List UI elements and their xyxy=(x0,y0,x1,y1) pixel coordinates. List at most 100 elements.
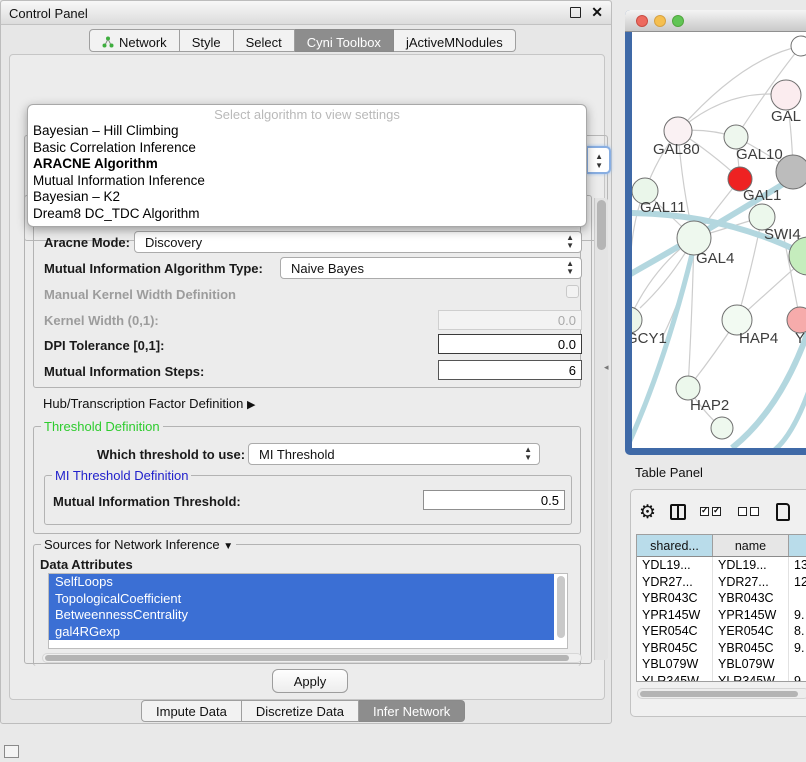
settings-scrollbar[interactable] xyxy=(594,198,608,660)
mi-type-combo[interactable]: Naive Bayes ▲▼ xyxy=(280,257,582,279)
close-traffic-light[interactable] xyxy=(636,15,648,27)
tab-style[interactable]: Style xyxy=(180,29,234,52)
aracne-mode-combo[interactable]: Discovery ▲▼ xyxy=(134,231,582,253)
sources-group: Sources for Network Inference ▼ Data Att… xyxy=(33,544,581,666)
list-scrollbar[interactable] xyxy=(557,576,565,638)
mi-steps-label: Mutual Information Steps: xyxy=(44,364,204,379)
float-window-icon[interactable] xyxy=(570,7,581,18)
hub-definition-toggle[interactable]: Hub/Transcription Factor Definition ▶ xyxy=(43,396,255,411)
sources-title: Sources for Network Inference ▼ xyxy=(41,537,236,552)
column-header-name[interactable]: name xyxy=(713,535,789,556)
gear-icon[interactable]: ⚙ xyxy=(639,503,656,522)
algorithm-option[interactable]: Bayesian – Hill Climbing xyxy=(28,123,586,140)
close-icon[interactable]: ✕ xyxy=(591,4,603,21)
attribute-item[interactable]: TopologicalCoefficient xyxy=(49,591,554,608)
tab-label: Style xyxy=(192,35,221,50)
network-node-label: GAL80 xyxy=(653,141,700,158)
network-node-label: HAP4 xyxy=(739,330,778,347)
table-row[interactable]: YBR043CYBR043C xyxy=(637,590,806,607)
which-threshold-combo[interactable]: MI Threshold ▲▼ xyxy=(248,443,540,465)
tab-network[interactable]: Network xyxy=(89,29,180,52)
data-attributes-list[interactable]: SelfLoopsTopologicalCoefficientBetweenne… xyxy=(48,573,568,649)
network-node-label: HAP2 xyxy=(690,397,729,414)
table-row[interactable]: YPR145WYPR145W9. xyxy=(637,607,806,624)
apply-button[interactable]: Apply xyxy=(272,669,348,693)
attribute-item[interactable]: BetweennessCentrality xyxy=(49,607,554,624)
tab-label: Discretize Data xyxy=(256,704,344,719)
table-hscrollbar[interactable] xyxy=(637,688,806,699)
tab-impute-data[interactable]: Impute Data xyxy=(141,700,242,722)
which-threshold-label: Which threshold to use: xyxy=(97,447,245,462)
network-node[interactable] xyxy=(776,155,806,189)
network-canvas[interactable]: GALGAL80GAL10GAL1GAL11SWI4GAL4GCY1HAP4YH… xyxy=(632,32,806,448)
algorithm-option[interactable]: ARACNE Algorithm xyxy=(28,156,586,173)
zoom-traffic-light[interactable] xyxy=(672,15,684,27)
kernel-width-field[interactable]: 0.0 xyxy=(438,310,582,330)
node-table[interactable]: shared... name YDL19...YDL19...13YDR27..… xyxy=(636,534,806,682)
table-cell: 13 xyxy=(789,557,806,574)
manual-kernel-checkbox[interactable] xyxy=(566,285,579,298)
column-header-shared-name[interactable]: shared... xyxy=(637,535,713,556)
mi-threshold-field[interactable]: 0.5 xyxy=(423,490,565,510)
threshold-definition-group: Threshold Definition Which threshold to … xyxy=(33,426,581,534)
table-cell: 9. xyxy=(789,673,806,683)
network-node[interactable] xyxy=(771,80,801,110)
aracne-mode-label: Aracne Mode: xyxy=(44,235,130,250)
tab-label: Select xyxy=(246,35,282,50)
algorithm-option[interactable]: Bayesian – K2 xyxy=(28,189,586,206)
mi-type-value: Naive Bayes xyxy=(291,261,364,276)
attribute-item[interactable]: gal4RGexp xyxy=(49,624,554,641)
dpi-tolerance-label: DPI Tolerance [0,1]: xyxy=(44,338,164,353)
mi-type-label: Mutual Information Algorithm Type: xyxy=(44,261,263,276)
table-row[interactable]: YDR27...YDR27...12 xyxy=(637,574,806,591)
algorithm-option[interactable]: Mutual Information Inference xyxy=(28,173,586,190)
deselect-all-checks-icon[interactable] xyxy=(738,503,762,521)
minimize-traffic-light[interactable] xyxy=(654,15,666,27)
mi-threshold-label: Mutual Information Threshold: xyxy=(53,494,241,509)
algorithm-combo-fragment[interactable]: ▲▼ xyxy=(586,146,611,174)
table-rows: YDL19...YDL19...13YDR27...YDR27...12YBR0… xyxy=(637,557,806,682)
table-panel: ⚙ shared... name YDL19...YDL19...13YDR27… xyxy=(630,489,806,717)
tab-jactivemnodules[interactable]: jActiveMNodules xyxy=(394,29,516,52)
network-window-titlebar xyxy=(625,10,806,32)
algorithm-option[interactable]: Basic Correlation Inference xyxy=(28,140,586,157)
control-panel-titlebar: Control Panel ✕ xyxy=(1,1,611,25)
attribute-item[interactable]: SelfLoops xyxy=(49,574,554,591)
aracne-mode-value: Discovery xyxy=(145,235,202,250)
table-row[interactable]: YDL19...YDL19...13 xyxy=(637,557,806,574)
algorithm-option[interactable]: Dream8 DC_TDC Algorithm xyxy=(28,206,586,223)
table-row[interactable]: YER054CYER054C8. xyxy=(637,623,806,640)
panel-divider-handle[interactable]: ◂ xyxy=(604,362,609,373)
sources-hscrollbar[interactable] xyxy=(42,653,582,663)
mi-steps-field[interactable]: 6 xyxy=(438,360,582,380)
minimized-panel-icon[interactable] xyxy=(4,745,19,758)
data-attributes-label: Data Attributes xyxy=(40,557,133,572)
tab-label: Cyni Toolbox xyxy=(307,35,381,50)
table-row[interactable]: YBR045CYBR045C9. xyxy=(637,640,806,657)
algorithm-definition-group: Algorithm Definition Aracne Mode: Discov… xyxy=(33,218,581,388)
table-header-row: shared... name xyxy=(637,535,806,557)
table-row[interactable]: YLR345WYLR345W9. xyxy=(637,673,806,683)
network-node-label: GAL10 xyxy=(736,146,783,163)
network-node-label: SWI4 xyxy=(764,226,801,243)
table-cell xyxy=(789,656,806,673)
columns-icon[interactable] xyxy=(670,504,686,520)
dpi-tolerance-field[interactable]: 0.0 xyxy=(438,334,582,354)
network-node[interactable] xyxy=(711,417,733,439)
mi-threshold-group: MI Threshold Definition Mutual Informati… xyxy=(44,475,572,525)
network-view-window: GALGAL80GAL10GAL1GAL11SWI4GAL4GCY1HAP4YH… xyxy=(625,10,806,455)
table-row[interactable]: YBL079WYBL079W xyxy=(637,656,806,673)
tab-cyni-toolbox[interactable]: Cyni Toolbox xyxy=(295,29,394,52)
tab-select[interactable]: Select xyxy=(234,29,295,52)
tab-infer-network[interactable]: Infer Network xyxy=(359,700,465,722)
table-cell: YBL079W xyxy=(637,656,713,673)
collapsed-arrow-icon: ▶ xyxy=(247,399,255,411)
export-table-icon[interactable] xyxy=(776,503,790,521)
column-header-partial[interactable] xyxy=(789,535,806,556)
algorithm-dropdown-list: Bayesian – Hill ClimbingBasic Correlatio… xyxy=(28,123,586,222)
select-all-checks-icon[interactable] xyxy=(700,503,724,521)
tab-discretize-data[interactable]: Discretize Data xyxy=(242,700,359,722)
table-cell: 9. xyxy=(789,607,806,624)
network-node[interactable] xyxy=(791,36,806,56)
network-node-label: GCY1 xyxy=(632,330,667,347)
